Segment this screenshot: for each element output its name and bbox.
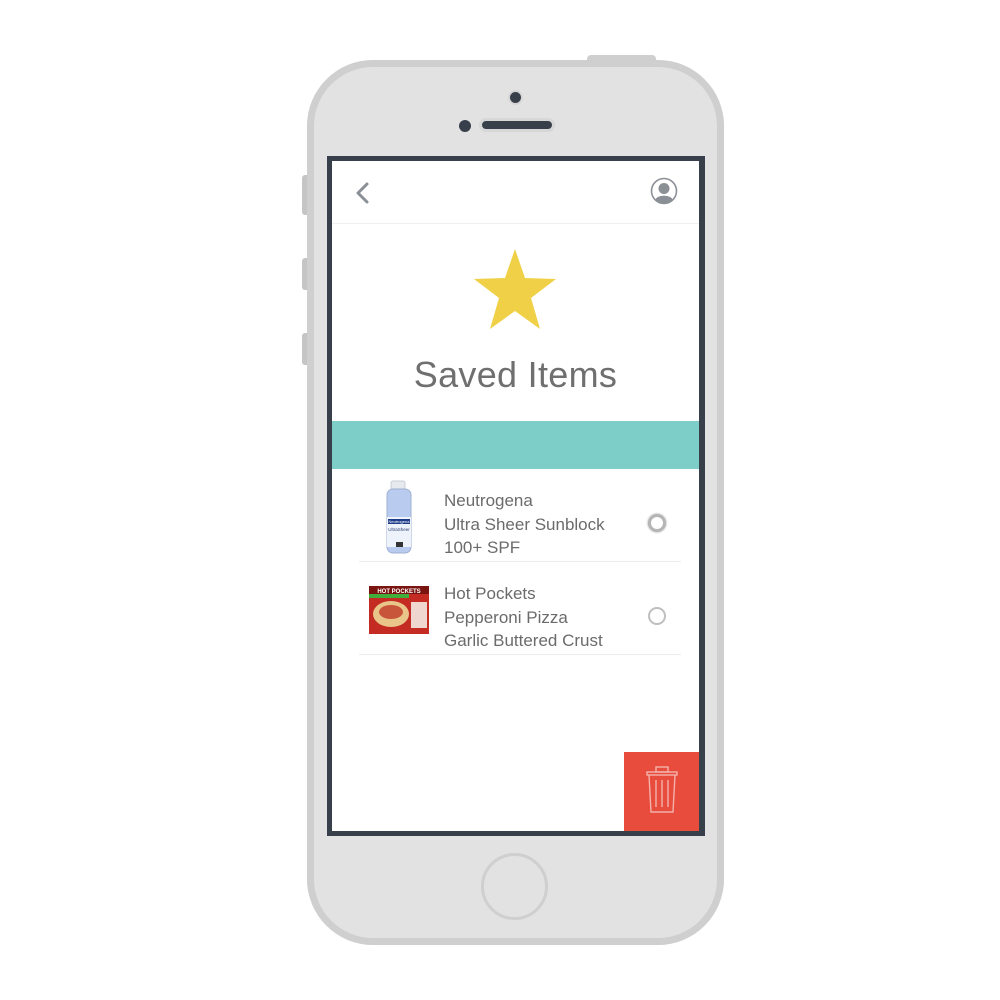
item-name: Pepperoni Pizza [444, 607, 568, 627]
list-item[interactable]: Neutrogena UltraSheer Neutrogena Ultra S… [359, 469, 681, 562]
app-screen: Saved Items Neutrogena UltraSheer Neutro… [332, 161, 699, 831]
proximity-sensor [459, 120, 471, 132]
top-bar [332, 161, 699, 224]
front-camera [508, 90, 523, 105]
accent-band [332, 421, 699, 469]
item-variant: 100+ SPF [444, 538, 521, 557]
item-variant: Garlic Buttered Crust [444, 631, 603, 650]
sunscreen-product-image: Neutrogena UltraSheer [386, 480, 412, 554]
page-title: Saved Items [413, 354, 618, 395]
star-icon [474, 249, 556, 329]
chevron-left-icon[interactable] [350, 179, 376, 207]
hot-pockets-product-image: HOT POCKETS [369, 586, 429, 634]
item-brand: Hot Pockets [444, 584, 536, 603]
item-details: Hot Pockets Pepperoni Pizza Garlic Butte… [444, 582, 603, 653]
item-name: Ultra Sheer Sunblock [444, 514, 605, 534]
item-details: Neutrogena Ultra Sheer Sunblock 100+ SPF [444, 489, 605, 560]
select-radio[interactable] [648, 607, 666, 625]
delete-button[interactable] [624, 752, 699, 831]
list-item[interactable]: HOT POCKETS Hot Pockets Pepperoni Pizza … [359, 562, 681, 655]
earpiece-speaker [479, 118, 555, 132]
saved-items-list: Neutrogena UltraSheer Neutrogena Ultra S… [359, 469, 681, 655]
trash-icon [646, 766, 678, 813]
item-brand: Neutrogena [444, 491, 533, 510]
select-radio[interactable] [648, 514, 666, 532]
user-avatar-icon[interactable] [650, 177, 678, 205]
sunscreen-sub-text: UltraSheer [388, 527, 410, 532]
sunscreen-brand-text: Neutrogena [389, 519, 411, 524]
home-button[interactable] [481, 853, 548, 920]
